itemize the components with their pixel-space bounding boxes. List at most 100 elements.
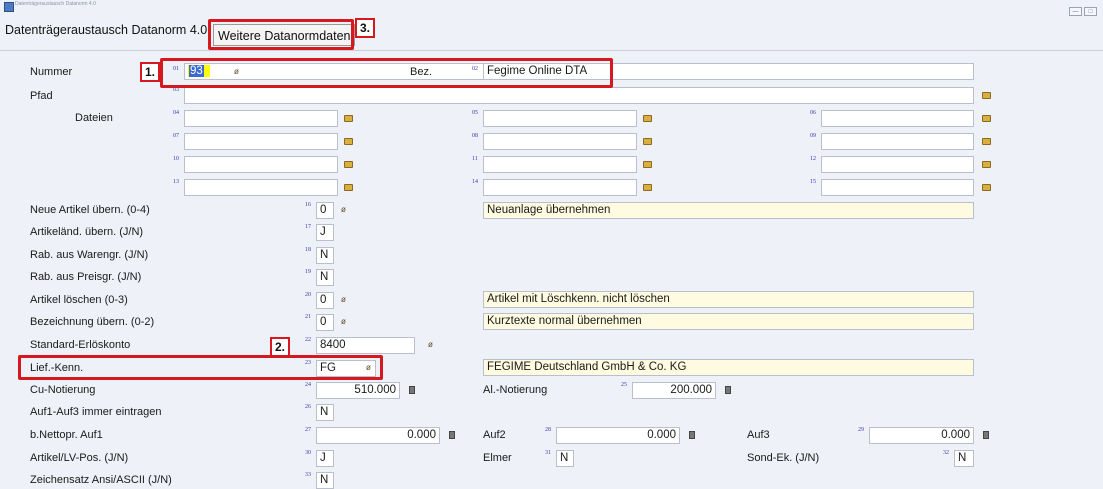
artikel-lv-input[interactable]: J (316, 450, 334, 467)
annotation-box (18, 355, 383, 380)
auf3-label: Auf3 (747, 429, 770, 441)
datei-input[interactable] (483, 110, 637, 127)
pfad-label: Pfad (30, 90, 53, 102)
field-number: 22 (305, 337, 311, 343)
calculator-icon[interactable] (983, 431, 989, 439)
folder-icon[interactable] (982, 138, 991, 145)
field-number: 14 (472, 179, 478, 185)
field-number: 09 (810, 133, 816, 139)
artikel-loeschen-input[interactable]: 0 (316, 292, 334, 309)
pfad-input[interactable] (184, 87, 974, 104)
folder-icon[interactable] (643, 115, 652, 122)
folder-icon[interactable] (643, 138, 652, 145)
dateien-label: Dateien (75, 112, 113, 124)
folder-icon[interactable] (982, 184, 991, 191)
sond-ek-label: Sond-Ek. (J/N) (747, 452, 820, 464)
rab-preis-label: Rab. aus Preisgr. (J/N) (30, 271, 142, 283)
folder-icon[interactable] (643, 184, 652, 191)
auf1-auf3-label: Auf1-Auf3 immer eintragen (30, 406, 162, 418)
folder-icon[interactable] (344, 161, 353, 168)
calculator-icon[interactable] (449, 431, 455, 439)
folder-icon[interactable] (982, 115, 991, 122)
nummer-label: Nummer (30, 66, 73, 78)
datei-input[interactable] (483, 156, 637, 173)
neue-artikel-input[interactable]: 0 (316, 202, 334, 219)
lookup-icon[interactable]: ø (341, 205, 346, 214)
field-number: 32 (943, 450, 949, 456)
field-number: 29 (858, 427, 864, 433)
field-number: 21 (305, 314, 311, 320)
window-title: Datenträgeraustausch Datanorm 4.0 (15, 1, 96, 7)
datei-input[interactable] (821, 133, 974, 150)
datei-input[interactable] (483, 133, 637, 150)
annotation-box (160, 58, 613, 88)
calculator-icon[interactable] (689, 431, 695, 439)
auf3-input[interactable]: 0.000 (869, 427, 974, 444)
field-number: 31 (545, 450, 551, 456)
tab-datanorm[interactable]: Datenträgeraustausch Datanorm 4.0 (5, 23, 207, 37)
zeichensatz-input[interactable]: N (316, 472, 334, 489)
field-number: 20 (305, 292, 311, 298)
field-number: 30 (305, 450, 311, 456)
al-notierung-input[interactable]: 200.000 (632, 382, 716, 399)
calculator-icon[interactable] (725, 386, 731, 394)
lookup-icon[interactable]: ø (341, 317, 346, 326)
field-number: 07 (173, 133, 179, 139)
b-nettopr-input[interactable]: 0.000 (316, 427, 440, 444)
datei-input[interactable] (184, 179, 338, 196)
folder-icon[interactable] (344, 115, 353, 122)
artikelaend-input[interactable]: J (316, 224, 334, 241)
datei-input[interactable] (184, 110, 338, 127)
al-notierung-label: Al.-Notierung (483, 384, 548, 396)
folder-icon[interactable] (344, 138, 353, 145)
field-number: 25 (621, 382, 627, 388)
elmer-input[interactable]: N (556, 450, 574, 467)
field-number: 13 (173, 179, 179, 185)
neue-artikel-desc: Neuanlage übernehmen (483, 202, 974, 219)
datei-input[interactable] (184, 156, 338, 173)
calculator-icon[interactable] (409, 386, 415, 394)
folder-icon[interactable] (643, 161, 652, 168)
field-number: 04 (173, 110, 179, 116)
field-number: 28 (545, 427, 551, 433)
window-controls: — □ (1067, 2, 1097, 16)
standard-erloes-input[interactable]: 8400 (316, 337, 415, 354)
datei-input[interactable] (821, 156, 974, 173)
datei-input[interactable] (821, 110, 974, 127)
maximize-button[interactable]: □ (1084, 7, 1097, 16)
field-number: 19 (305, 269, 311, 275)
lookup-icon[interactable]: ø (428, 340, 433, 349)
field-number: 27 (305, 427, 311, 433)
field-number: 15 (810, 179, 816, 185)
cu-notierung-input[interactable]: 510.000 (316, 382, 400, 399)
datei-input[interactable] (184, 133, 338, 150)
rab-preis-input[interactable]: N (316, 269, 334, 286)
lief-kenn-desc: FEGIME Deutschland GmbH & Co. KG (483, 359, 974, 376)
artikel-loeschen-desc: Artikel mit Löschkenn. nicht löschen (483, 291, 974, 308)
annotation-badge: 2. (270, 337, 291, 357)
zeichensatz-label: Zeichensatz Ansi/ASCII (J/N) (30, 474, 172, 486)
sond-ek-input[interactable]: N (954, 450, 974, 467)
folder-icon[interactable] (982, 161, 991, 168)
annotation-badge: 1. (140, 62, 161, 82)
field-number: 05 (472, 110, 478, 116)
bezeichnung-input[interactable]: 0 (316, 314, 334, 331)
auf1-auf3-input[interactable]: N (316, 404, 334, 421)
auf2-input[interactable]: 0.000 (556, 427, 680, 444)
artikel-loeschen-label: Artikel löschen (0-3) (30, 294, 128, 306)
standard-erloes-label: Standard-Erlöskonto (30, 339, 131, 351)
field-number: 16 (305, 202, 311, 208)
form-panel: Nummer 01 93 ø Bez. 02 Fegime Online DTA… (0, 50, 1103, 489)
bezeichnung-desc: Kurztexte normal übernehmen (483, 313, 974, 330)
folder-icon[interactable] (982, 92, 991, 99)
datei-input[interactable] (821, 179, 974, 196)
minimize-button[interactable]: — (1069, 7, 1082, 16)
field-number: 33 (305, 472, 311, 478)
datei-input[interactable] (483, 179, 637, 196)
cu-notierung-label: Cu-Notierung (30, 384, 96, 396)
annotation-box (208, 19, 354, 50)
folder-icon[interactable] (344, 184, 353, 191)
rab-waren-input[interactable]: N (316, 247, 334, 264)
lookup-icon[interactable]: ø (341, 295, 346, 304)
field-number: 08 (472, 133, 478, 139)
